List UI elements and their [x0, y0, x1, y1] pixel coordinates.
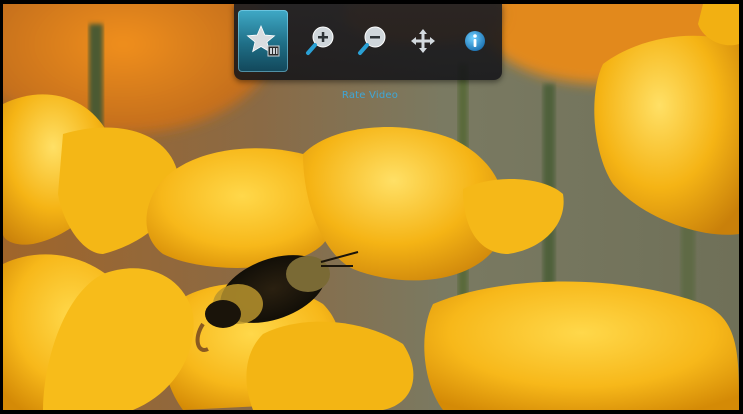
info-icon: [465, 31, 485, 51]
zoom-in-icon: [306, 26, 334, 55]
zoom-out-button[interactable]: [348, 10, 398, 72]
toolbar-tooltip: Rate Video: [341, 90, 399, 101]
zoom-out-icon: [358, 26, 386, 55]
pan-button[interactable]: [398, 10, 448, 72]
rate-button[interactable]: [238, 10, 288, 72]
photo-viewer-screen: Rate Video: [3, 4, 739, 410]
info-button[interactable]: [450, 10, 500, 72]
photo-toolbar: [234, 4, 502, 80]
star-rating-icon: [246, 24, 280, 57]
zoom-in-button[interactable]: [296, 10, 346, 72]
pan-arrows-icon: [411, 29, 435, 53]
